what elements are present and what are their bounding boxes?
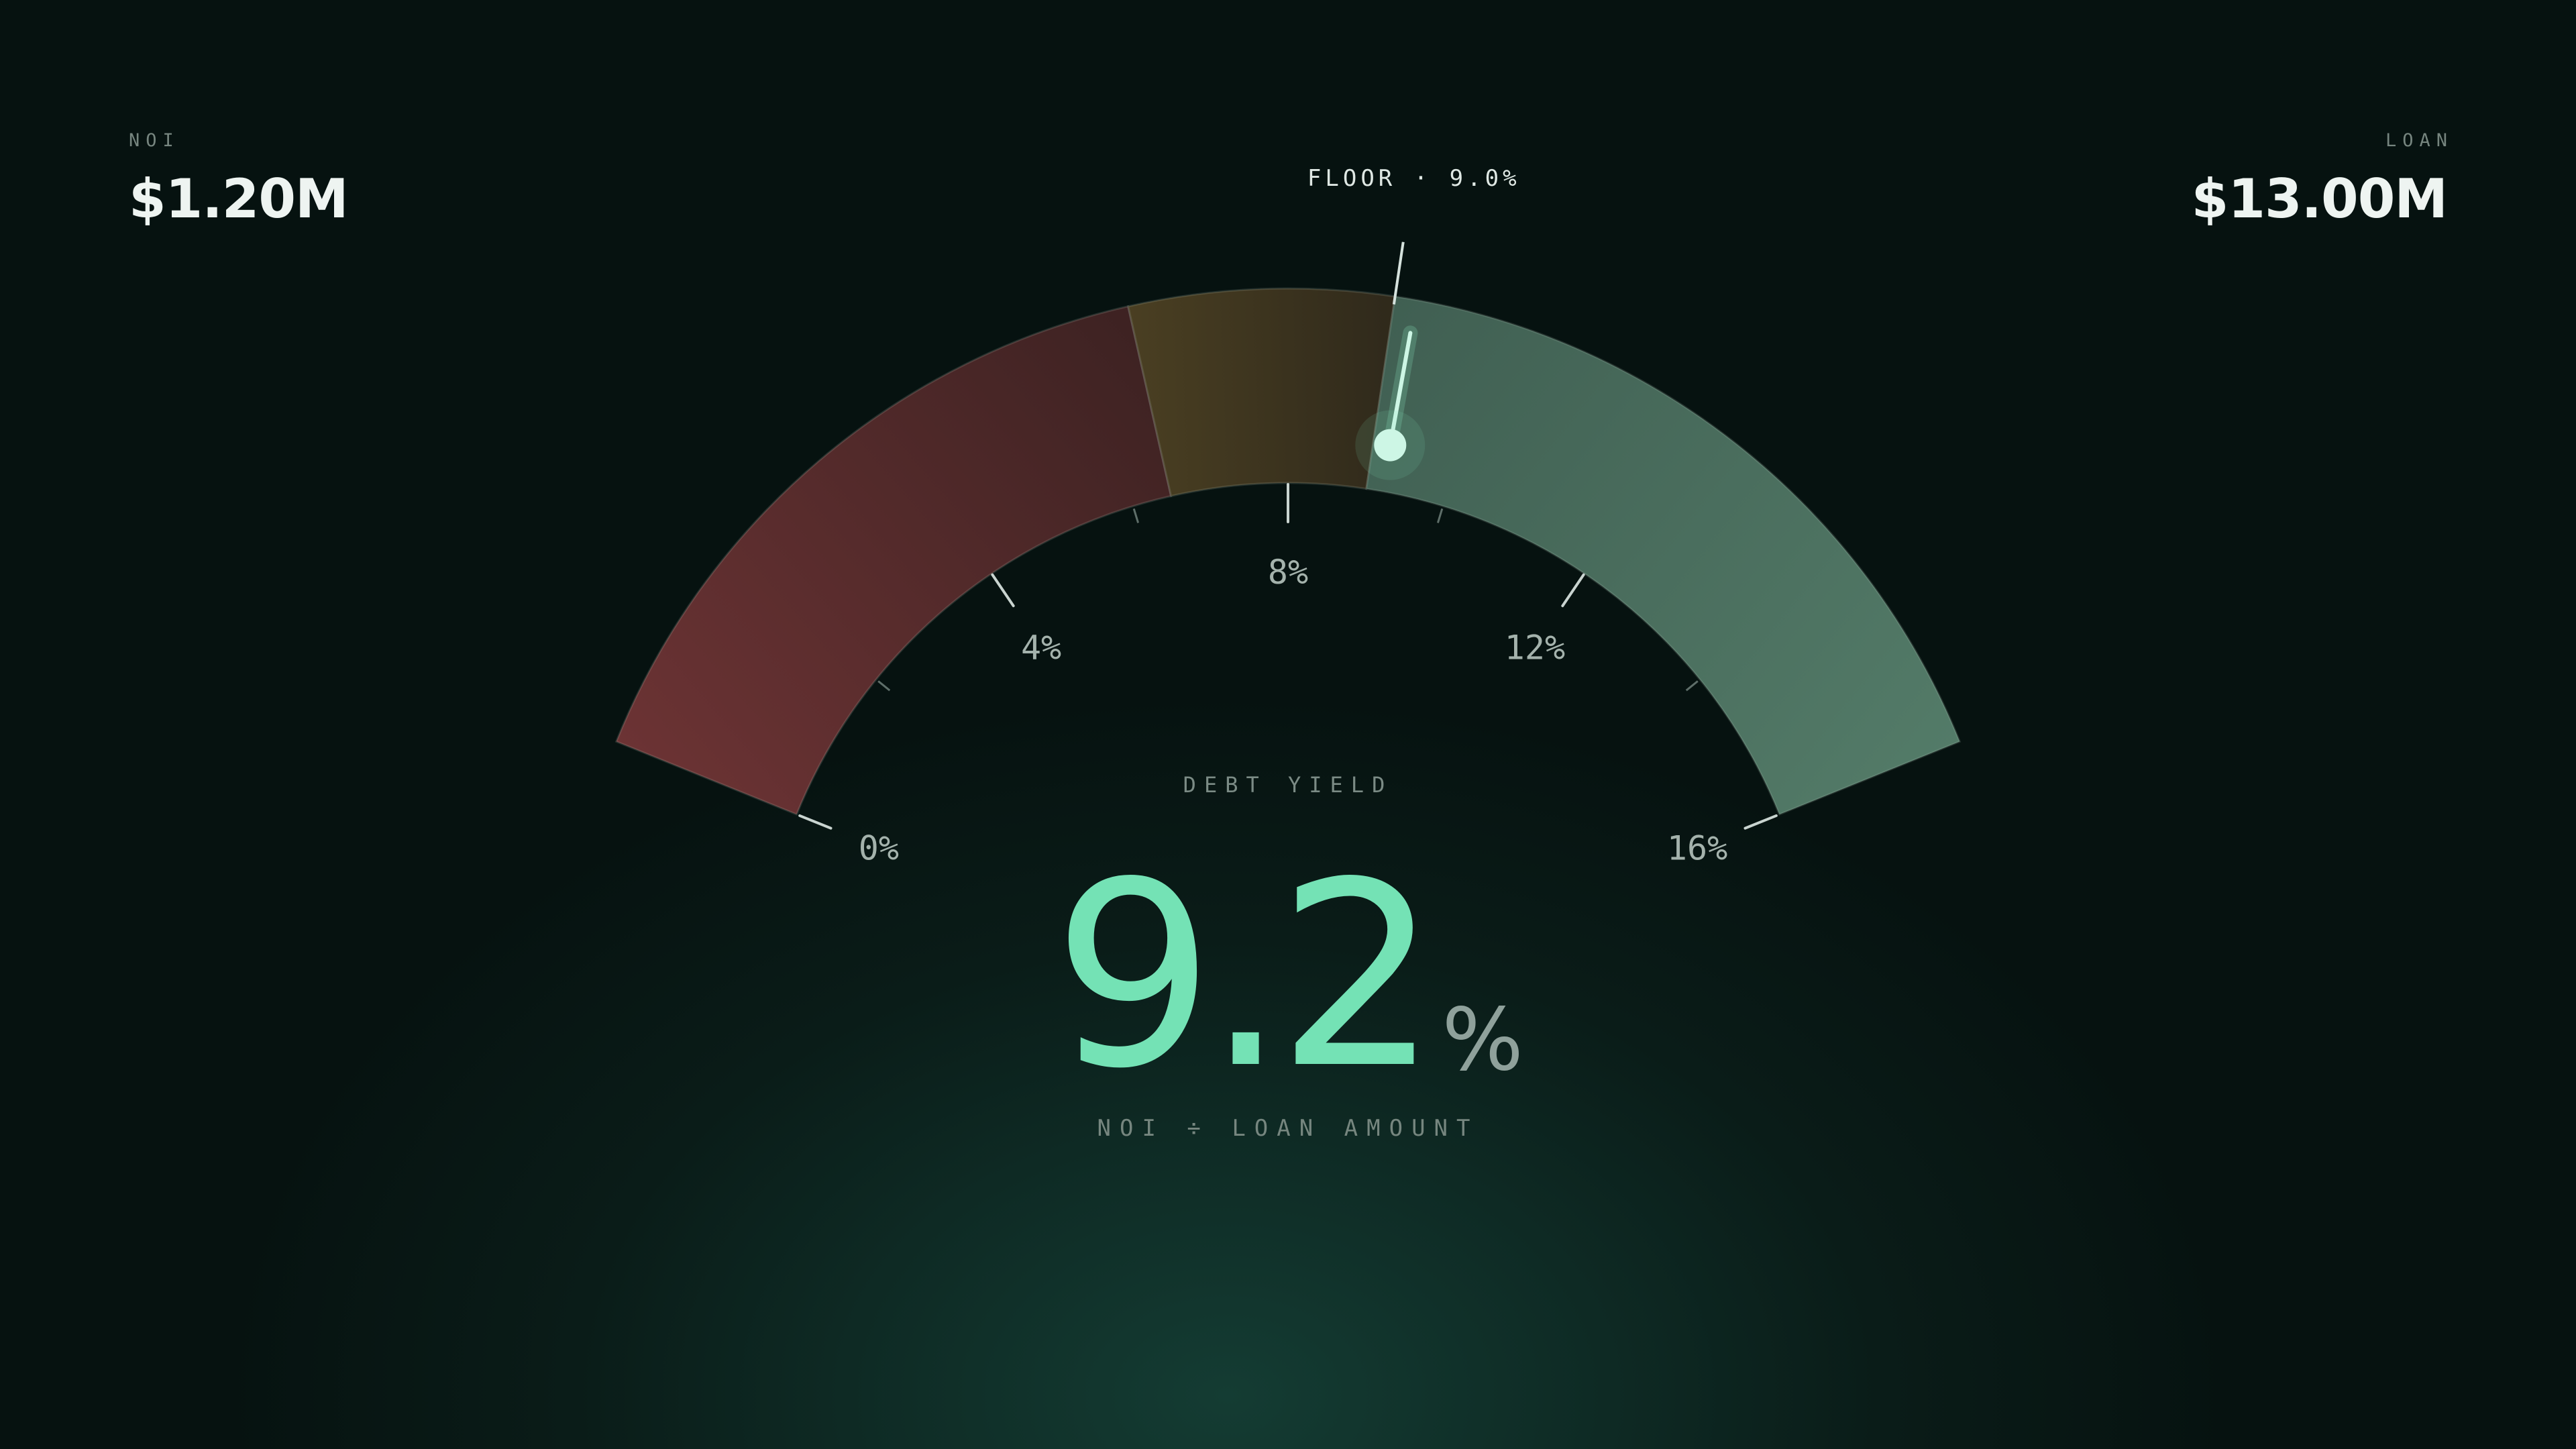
metric-formula: NOI ÷ LOAN AMOUNT [1097, 1115, 1479, 1142]
tick-label-4: 4% [1021, 628, 1061, 667]
gauge-zone-below [614, 305, 1173, 816]
gauge-zones [614, 287, 1962, 816]
metric-label: DEBT YIELD [1183, 772, 1393, 798]
tick-major-0 [798, 814, 833, 830]
metric-value-group: 9.2 % [953, 827, 1623, 1124]
debt-yield-gauge: 0% 4% 8% 12% 16% FLOOR · 9.0% [614, 165, 1962, 868]
gauge-zone-near [1126, 287, 1397, 498]
tick-label-8: 8% [1268, 553, 1308, 592]
tick-label-16: 16% [1667, 829, 1727, 868]
tick-major-16 [1743, 814, 1778, 830]
floor-label: FLOOR · 9.0% [1307, 165, 1521, 192]
tick-label-12: 12% [1505, 628, 1565, 667]
tick-minor-10 [1436, 508, 1444, 523]
tick-minor-6 [1132, 508, 1140, 523]
floor-marker-line [1392, 241, 1405, 305]
tick-minor-2 [877, 680, 891, 692]
tick-major-12 [1561, 573, 1585, 608]
tick-major-4 [991, 573, 1015, 608]
tick-label-0: 0% [859, 829, 899, 868]
tick-minor-14 [1685, 680, 1699, 692]
metric-unit: % [1442, 990, 1523, 1090]
gauge-zone-above [1365, 295, 1962, 816]
needle-pivot [1374, 429, 1407, 462]
floor-marker: FLOOR · 9.0% [1307, 165, 1521, 305]
metric-value: 9.2 [1053, 827, 1439, 1124]
